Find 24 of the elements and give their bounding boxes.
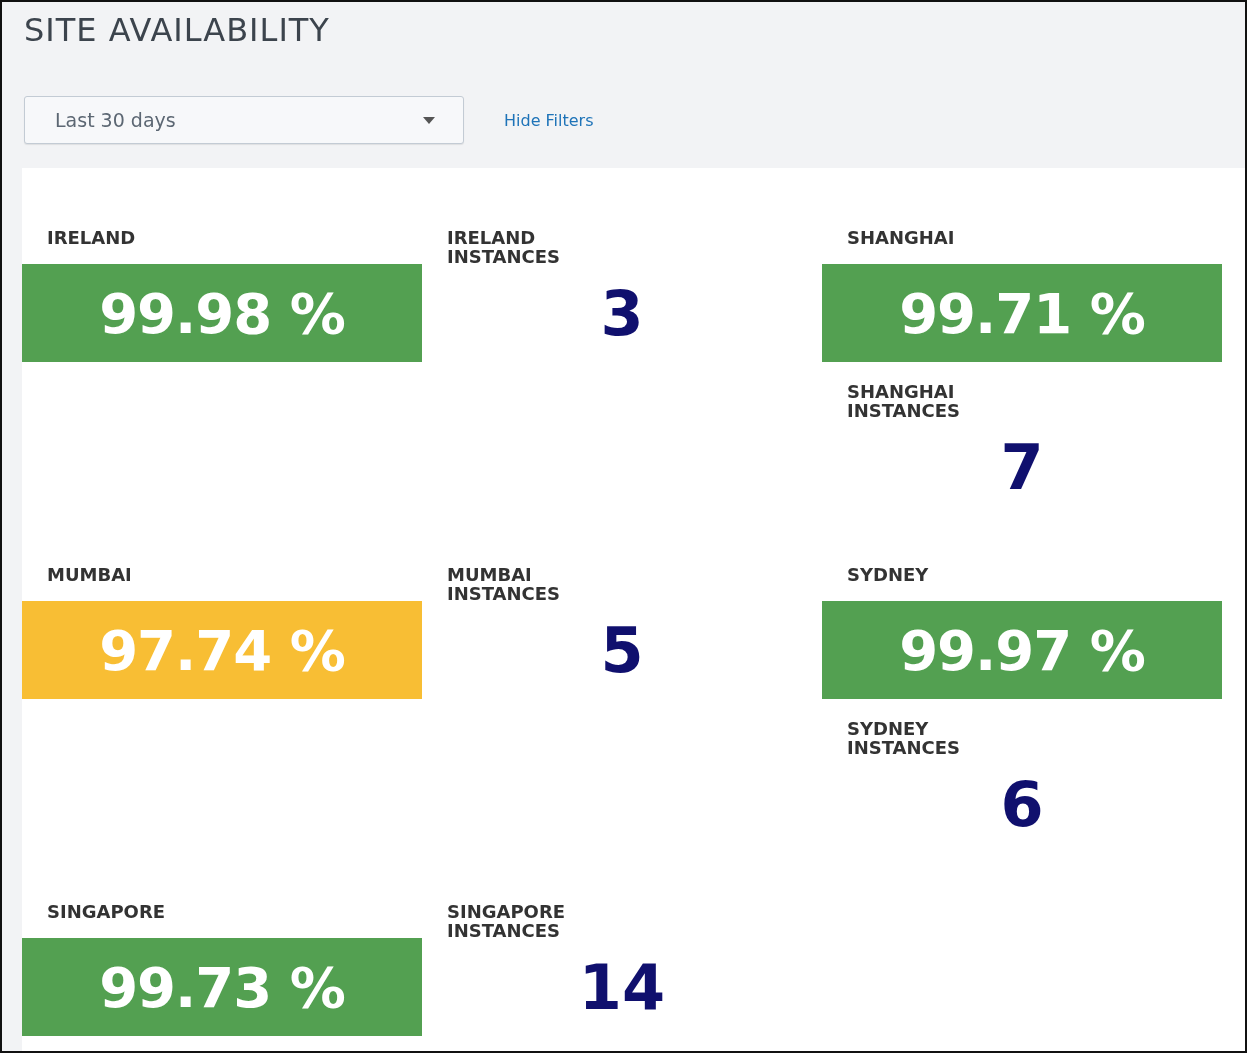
site-label: SHANGHAI bbox=[846, 228, 955, 250]
caret-icon bbox=[423, 116, 435, 124]
uptime-value: 99.98 % bbox=[22, 264, 422, 362]
instance-count: 5 bbox=[600, 613, 644, 687]
instance-count: 7 bbox=[1000, 430, 1044, 504]
uptime-value: 99.97 % bbox=[822, 601, 1222, 699]
site-label: IRELAND bbox=[46, 228, 136, 250]
instances-label: IRELAND INSTANCES bbox=[446, 228, 562, 264]
time-range-dropdown[interactable]: Last 30 days bbox=[24, 96, 464, 144]
hide-filters-link[interactable]: Hide Filters bbox=[504, 110, 594, 130]
site-label: SYDNEY bbox=[846, 565, 929, 587]
instances-label: SHANGHAI INSTANCES bbox=[846, 382, 962, 418]
dashboard-title: SITE AVAILABILITY bbox=[24, 10, 331, 51]
instances-label: SYDNEY INSTANCES bbox=[846, 719, 962, 755]
instances-label: MUMBAI INSTANCES bbox=[446, 565, 562, 601]
instance-count: 14 bbox=[578, 950, 666, 1024]
site-label: SINGAPORE bbox=[46, 902, 166, 924]
instance-count: 3 bbox=[600, 276, 644, 350]
instance-count: 6 bbox=[1000, 767, 1044, 841]
instances-label: SINGAPORE INSTANCES bbox=[446, 902, 567, 938]
uptime-value: 97.74 % bbox=[22, 601, 422, 699]
uptime-value: 99.71 % bbox=[822, 264, 1222, 362]
uptime-value: 99.73 % bbox=[22, 938, 422, 1036]
site-label: MUMBAI bbox=[46, 565, 132, 587]
